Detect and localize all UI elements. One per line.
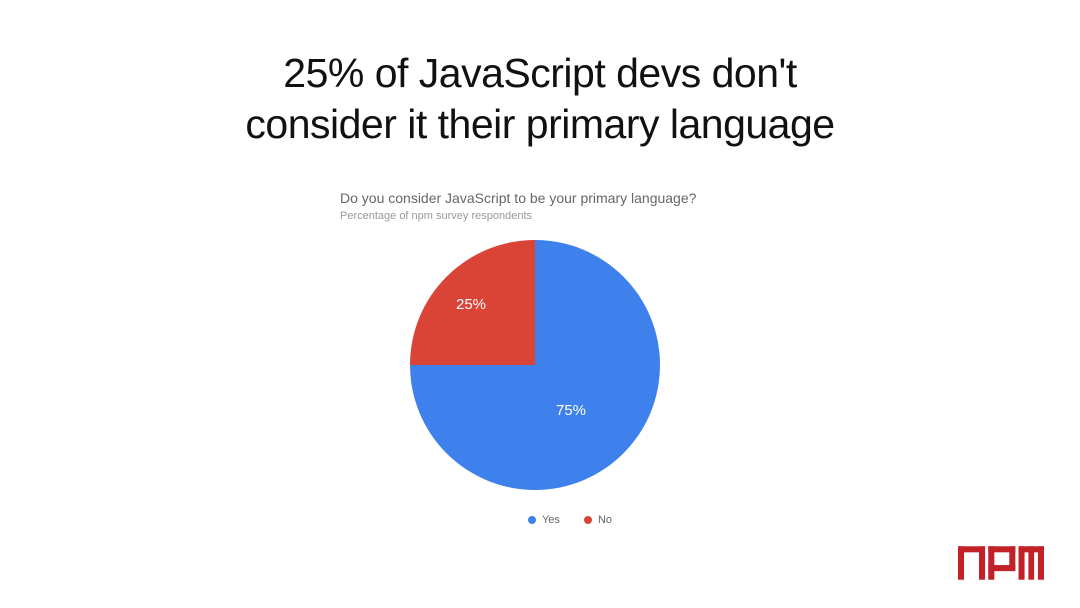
legend-item-yes: Yes <box>528 514 560 526</box>
legend-swatch-icon <box>584 516 592 524</box>
slice-label-yes: 75% <box>556 402 586 419</box>
headline-line-2: consider it their primary language <box>245 101 834 147</box>
npm-logo-icon <box>958 546 1044 580</box>
chart-legend: Yes No <box>380 514 760 526</box>
legend-label: No <box>598 514 612 526</box>
legend-label: Yes <box>542 514 560 526</box>
pie-chart: 25% 75% <box>410 240 660 490</box>
chart-title: Do you consider JavaScript to be your pr… <box>340 190 760 206</box>
headline-line-1: 25% of JavaScript devs don't <box>283 50 796 96</box>
legend-swatch-icon <box>528 516 536 524</box>
chart-container: Do you consider JavaScript to be your pr… <box>340 190 760 526</box>
legend-item-no: No <box>584 514 612 526</box>
slice-label-no: 25% <box>456 296 486 313</box>
chart-subtitle: Percentage of npm survey respondents <box>340 210 760 222</box>
slide-headline: 25% of JavaScript devs don't consider it… <box>0 0 1080 151</box>
